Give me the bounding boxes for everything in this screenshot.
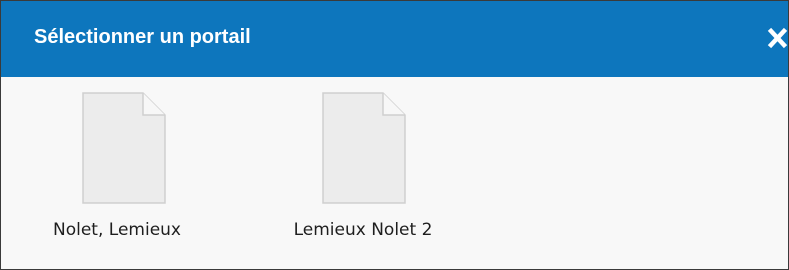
- portal-item[interactable]: Nolet, Lemieux: [29, 77, 205, 269]
- dialog-titlebar: Sélectionner un portail: [1, 1, 788, 77]
- close-button[interactable]: [767, 26, 788, 50]
- close-icon: [767, 27, 788, 49]
- portal-item[interactable]: Lemieux Nolet 2: [263, 77, 463, 269]
- select-portal-dialog: Sélectionner un portail Nolet, Lemieux L…: [0, 0, 789, 270]
- dialog-title: Sélectionner un portail: [34, 26, 251, 48]
- document-icon: [82, 92, 166, 204]
- document-icon: [322, 92, 406, 204]
- portal-list: Nolet, Lemieux Lemieux Nolet 2: [1, 77, 788, 269]
- portal-label: Lemieux Nolet 2: [293, 220, 433, 240]
- portal-label: Nolet, Lemieux: [53, 220, 181, 240]
